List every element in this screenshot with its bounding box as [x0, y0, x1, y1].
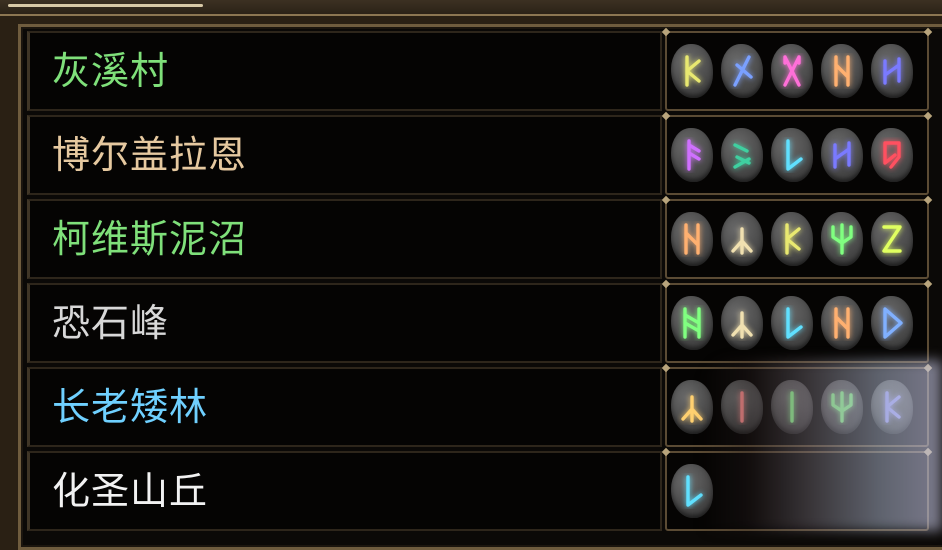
location-name-cell: 灰溪村: [27, 31, 662, 111]
location-row[interactable]: 柯维斯泥沼: [27, 199, 942, 279]
rune-kaun-stone-icon: [771, 212, 813, 266]
location-name: 灰溪村: [52, 49, 170, 93]
location-name-cell: 长老矮林: [27, 367, 662, 447]
location-row[interactable]: 博尔盖拉恩: [27, 115, 942, 195]
rune-l-stone-icon: [671, 464, 713, 518]
location-name: 柯维斯泥沼: [52, 217, 248, 261]
rune-h-stone-icon: [821, 128, 863, 182]
rune-kaun-stone-icon: [671, 44, 713, 98]
location-name-cell: 恐石峰: [27, 283, 662, 363]
rune-d-stone-icon: [871, 296, 913, 350]
location-name: 长老矮林: [52, 385, 209, 429]
rune-l-stone-icon: [771, 296, 813, 350]
rune-s-stone-icon: [721, 128, 763, 182]
rune-psi-stone-icon: [821, 380, 863, 434]
location-name: 博尔盖拉恩: [52, 133, 248, 177]
location-name-cell: 博尔盖拉恩: [27, 115, 662, 195]
rune-l-stone-icon: [771, 128, 813, 182]
rune-y-stone-icon: [721, 212, 763, 266]
rune-n-stone-icon: [821, 296, 863, 350]
location-row[interactable]: 化圣山丘: [27, 451, 942, 531]
rune-nn-stone-icon: [671, 296, 713, 350]
rune-slash-stone-icon: [721, 44, 763, 98]
rune-n-stone-icon: [671, 212, 713, 266]
location-row[interactable]: 灰溪村: [27, 31, 942, 111]
rune-a-stone-icon: [671, 128, 713, 182]
rune-y-stone-icon: [721, 296, 763, 350]
rune-i-stone-icon: [771, 380, 813, 434]
location-name: 化圣山丘: [52, 469, 209, 513]
location-name: 恐石峰: [52, 301, 170, 345]
top-tab-bar: [0, 0, 942, 16]
location-name-cell: 柯维斯泥沼: [27, 199, 662, 279]
rune-sequence-cell: [665, 451, 929, 531]
rune-e-stone-icon: [871, 128, 913, 182]
rune-sequence-cell: [665, 367, 929, 447]
location-name-cell: 化圣山丘: [27, 451, 662, 531]
rune-psi-stone-icon: [821, 212, 863, 266]
rune-sequence-cell: [665, 199, 929, 279]
rune-y-stone-icon: [671, 380, 713, 434]
rune-h-stone-icon: [871, 44, 913, 98]
rune-i-stone-icon: [721, 380, 763, 434]
rune-sequence-cell: [665, 283, 929, 363]
active-tab-indicator: [8, 4, 203, 7]
rune-x-stone-icon: [771, 44, 813, 98]
rune-sequence-cell: [665, 115, 929, 195]
rune-kaun-stone-icon: [871, 380, 913, 434]
rune-z-stone-icon: [871, 212, 913, 266]
rune-n-stone-icon: [821, 44, 863, 98]
location-row[interactable]: 长老矮林: [27, 367, 942, 447]
rune-location-panel: 灰溪村博尔盖拉恩柯维斯泥沼恐石峰长老矮林化圣山丘: [18, 24, 942, 550]
rune-sequence-cell: [665, 31, 929, 111]
location-row[interactable]: 恐石峰: [27, 283, 942, 363]
